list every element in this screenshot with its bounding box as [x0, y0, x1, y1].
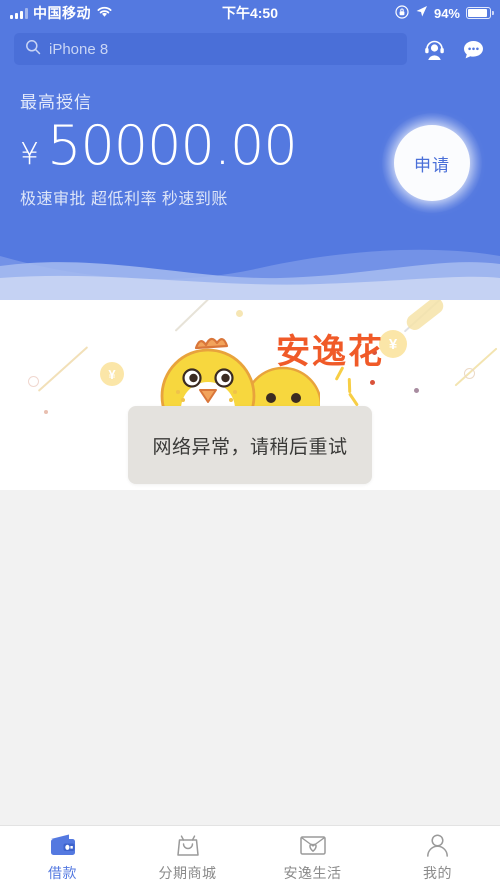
credit-block: 最高授信 ¥ 50000.00 极速审批 超低利率 秒速到账 [20, 88, 298, 209]
tab-anyi-life[interactable]: 安逸生活 [250, 826, 375, 889]
status-bar-right: 94% [395, 4, 494, 22]
decor-dot [370, 380, 375, 385]
credit-features-label: 极速审批 超低利率 秒速到账 [20, 191, 228, 208]
battery-percent-label: 94% [433, 5, 460, 21]
tab-label: 安逸生活 [283, 864, 342, 881]
wave-decoration [0, 249, 500, 300]
apply-button[interactable]: 申请 [394, 125, 470, 201]
envelope-heart-icon [299, 833, 327, 859]
wallet-icon [49, 833, 77, 859]
search-row: iPhone 8 [0, 33, 500, 65]
customer-service-icon[interactable] [421, 36, 447, 62]
apply-button-wrap: 申请 [382, 113, 482, 213]
decor-dot [44, 410, 48, 414]
toast-message: 网络异常，请稍后重试 [128, 406, 372, 484]
search-icon [25, 39, 41, 60]
decor-blob [403, 300, 447, 334]
decor-line [37, 346, 89, 392]
tab-label: 借款 [48, 864, 77, 881]
credit-amount-row: ¥ 50000.00 [20, 114, 298, 177]
tab-installment-mall[interactable]: 分期商城 [125, 826, 250, 889]
status-bar: 中国移动 下午4:50 94% [0, 0, 500, 26]
header-panel: 中国移动 下午4:50 94% iPhone 8 最高授信 ¥ 50000.00… [0, 0, 500, 300]
credit-amount-value: 50000.00 [47, 114, 298, 177]
content-area [0, 490, 500, 825]
decor-spark [348, 392, 359, 407]
credit-label: 最高授信 [20, 93, 92, 112]
bottom-tab-bar: 借款 分期商城 安逸生活 我的 [0, 825, 500, 889]
coin-icon: ¥ [100, 362, 124, 386]
location-arrow-icon [415, 5, 428, 21]
decor-ring [28, 376, 39, 387]
tab-loans[interactable]: 借款 [0, 826, 125, 889]
battery-icon [466, 7, 494, 19]
search-input-value: iPhone 8 [49, 40, 109, 58]
tab-label: 分期商城 [158, 864, 217, 881]
person-icon [425, 833, 450, 859]
header-icons [421, 36, 486, 62]
brand-name-label: 安逸花 [276, 332, 384, 372]
tab-mine[interactable]: 我的 [375, 826, 500, 889]
decor-spark [347, 377, 352, 394]
decor-line [454, 347, 498, 387]
currency-symbol: ¥ [20, 137, 40, 172]
decor-dot [414, 388, 419, 393]
rotation-lock-icon [395, 4, 409, 22]
search-input[interactable]: iPhone 8 [14, 33, 407, 65]
shopping-bag-icon [175, 833, 201, 859]
chat-bubble-icon[interactable] [460, 36, 486, 62]
decor-ring [464, 368, 475, 379]
tab-label: 我的 [423, 864, 452, 881]
